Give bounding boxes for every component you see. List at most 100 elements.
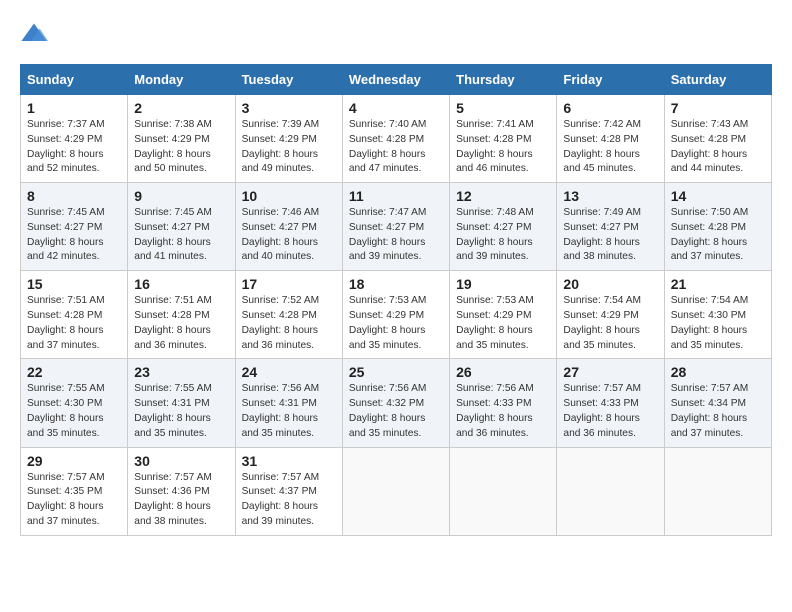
calendar-week-1: 1 Sunrise: 7:37 AM Sunset: 4:29 PM Dayli…	[21, 95, 772, 183]
calendar-cell: 2 Sunrise: 7:38 AM Sunset: 4:29 PM Dayli…	[128, 95, 235, 183]
calendar-cell	[342, 447, 449, 535]
calendar-cell: 15 Sunrise: 7:51 AM Sunset: 4:28 PM Dayl…	[21, 271, 128, 359]
day-number: 25	[349, 364, 443, 380]
day-number: 9	[134, 188, 228, 204]
calendar-cell: 24 Sunrise: 7:56 AM Sunset: 4:31 PM Dayl…	[235, 359, 342, 447]
calendar-cell	[664, 447, 771, 535]
day-info: Sunrise: 7:42 AM Sunset: 4:28 PM Dayligh…	[563, 118, 657, 177]
calendar-header-row: SundayMondayTuesdayWednesdayThursdayFrid…	[21, 65, 772, 95]
calendar-cell: 29 Sunrise: 7:57 AM Sunset: 4:35 PM Dayl…	[21, 447, 128, 535]
calendar-cell: 14 Sunrise: 7:50 AM Sunset: 4:28 PM Dayl…	[664, 183, 771, 271]
day-number: 4	[349, 100, 443, 116]
day-number: 23	[134, 364, 228, 380]
day-info: Sunrise: 7:39 AM Sunset: 4:29 PM Dayligh…	[242, 118, 336, 177]
day-info: Sunrise: 7:54 AM Sunset: 4:30 PM Dayligh…	[671, 294, 765, 353]
day-info: Sunrise: 7:57 AM Sunset: 4:34 PM Dayligh…	[671, 382, 765, 441]
day-number: 12	[456, 188, 550, 204]
calendar-cell: 25 Sunrise: 7:56 AM Sunset: 4:32 PM Dayl…	[342, 359, 449, 447]
logo-icon	[20, 20, 48, 48]
day-number: 13	[563, 188, 657, 204]
calendar-cell	[450, 447, 557, 535]
calendar-cell: 27 Sunrise: 7:57 AM Sunset: 4:33 PM Dayl…	[557, 359, 664, 447]
day-info: Sunrise: 7:43 AM Sunset: 4:28 PM Dayligh…	[671, 118, 765, 177]
day-number: 5	[456, 100, 550, 116]
page-header	[20, 20, 772, 48]
day-info: Sunrise: 7:51 AM Sunset: 4:28 PM Dayligh…	[27, 294, 121, 353]
day-number: 26	[456, 364, 550, 380]
calendar-cell: 19 Sunrise: 7:53 AM Sunset: 4:29 PM Dayl…	[450, 271, 557, 359]
day-info: Sunrise: 7:53 AM Sunset: 4:29 PM Dayligh…	[456, 294, 550, 353]
calendar-cell: 23 Sunrise: 7:55 AM Sunset: 4:31 PM Dayl…	[128, 359, 235, 447]
day-number: 20	[563, 276, 657, 292]
calendar-cell: 5 Sunrise: 7:41 AM Sunset: 4:28 PM Dayli…	[450, 95, 557, 183]
day-info: Sunrise: 7:48 AM Sunset: 4:27 PM Dayligh…	[456, 206, 550, 265]
day-number: 10	[242, 188, 336, 204]
day-number: 31	[242, 453, 336, 469]
day-number: 21	[671, 276, 765, 292]
calendar-cell: 26 Sunrise: 7:56 AM Sunset: 4:33 PM Dayl…	[450, 359, 557, 447]
day-number: 14	[671, 188, 765, 204]
day-number: 24	[242, 364, 336, 380]
calendar-cell: 18 Sunrise: 7:53 AM Sunset: 4:29 PM Dayl…	[342, 271, 449, 359]
day-number: 17	[242, 276, 336, 292]
calendar-header-monday: Monday	[128, 65, 235, 95]
day-number: 3	[242, 100, 336, 116]
calendar-cell	[557, 447, 664, 535]
calendar-week-2: 8 Sunrise: 7:45 AM Sunset: 4:27 PM Dayli…	[21, 183, 772, 271]
day-info: Sunrise: 7:57 AM Sunset: 4:33 PM Dayligh…	[563, 382, 657, 441]
day-number: 19	[456, 276, 550, 292]
calendar-cell: 1 Sunrise: 7:37 AM Sunset: 4:29 PM Dayli…	[21, 95, 128, 183]
day-number: 2	[134, 100, 228, 116]
calendar-table: SundayMondayTuesdayWednesdayThursdayFrid…	[20, 64, 772, 536]
day-info: Sunrise: 7:57 AM Sunset: 4:35 PM Dayligh…	[27, 471, 121, 530]
day-number: 1	[27, 100, 121, 116]
day-info: Sunrise: 7:54 AM Sunset: 4:29 PM Dayligh…	[563, 294, 657, 353]
calendar-cell: 4 Sunrise: 7:40 AM Sunset: 4:28 PM Dayli…	[342, 95, 449, 183]
day-number: 6	[563, 100, 657, 116]
calendar-cell: 20 Sunrise: 7:54 AM Sunset: 4:29 PM Dayl…	[557, 271, 664, 359]
day-number: 30	[134, 453, 228, 469]
day-info: Sunrise: 7:55 AM Sunset: 4:30 PM Dayligh…	[27, 382, 121, 441]
day-info: Sunrise: 7:56 AM Sunset: 4:33 PM Dayligh…	[456, 382, 550, 441]
calendar-cell: 10 Sunrise: 7:46 AM Sunset: 4:27 PM Dayl…	[235, 183, 342, 271]
calendar-cell: 16 Sunrise: 7:51 AM Sunset: 4:28 PM Dayl…	[128, 271, 235, 359]
calendar-cell: 8 Sunrise: 7:45 AM Sunset: 4:27 PM Dayli…	[21, 183, 128, 271]
day-info: Sunrise: 7:46 AM Sunset: 4:27 PM Dayligh…	[242, 206, 336, 265]
day-number: 8	[27, 188, 121, 204]
day-info: Sunrise: 7:38 AM Sunset: 4:29 PM Dayligh…	[134, 118, 228, 177]
calendar-week-5: 29 Sunrise: 7:57 AM Sunset: 4:35 PM Dayl…	[21, 447, 772, 535]
day-number: 28	[671, 364, 765, 380]
day-number: 29	[27, 453, 121, 469]
day-number: 27	[563, 364, 657, 380]
calendar-cell: 13 Sunrise: 7:49 AM Sunset: 4:27 PM Dayl…	[557, 183, 664, 271]
calendar-cell: 9 Sunrise: 7:45 AM Sunset: 4:27 PM Dayli…	[128, 183, 235, 271]
day-info: Sunrise: 7:40 AM Sunset: 4:28 PM Dayligh…	[349, 118, 443, 177]
calendar-cell: 28 Sunrise: 7:57 AM Sunset: 4:34 PM Dayl…	[664, 359, 771, 447]
day-info: Sunrise: 7:56 AM Sunset: 4:31 PM Dayligh…	[242, 382, 336, 441]
day-info: Sunrise: 7:57 AM Sunset: 4:36 PM Dayligh…	[134, 471, 228, 530]
day-info: Sunrise: 7:53 AM Sunset: 4:29 PM Dayligh…	[349, 294, 443, 353]
day-info: Sunrise: 7:47 AM Sunset: 4:27 PM Dayligh…	[349, 206, 443, 265]
calendar-header-wednesday: Wednesday	[342, 65, 449, 95]
calendar-cell: 31 Sunrise: 7:57 AM Sunset: 4:37 PM Dayl…	[235, 447, 342, 535]
day-info: Sunrise: 7:45 AM Sunset: 4:27 PM Dayligh…	[27, 206, 121, 265]
day-info: Sunrise: 7:56 AM Sunset: 4:32 PM Dayligh…	[349, 382, 443, 441]
calendar-cell: 30 Sunrise: 7:57 AM Sunset: 4:36 PM Dayl…	[128, 447, 235, 535]
calendar-cell: 6 Sunrise: 7:42 AM Sunset: 4:28 PM Dayli…	[557, 95, 664, 183]
day-number: 16	[134, 276, 228, 292]
day-number: 22	[27, 364, 121, 380]
day-info: Sunrise: 7:52 AM Sunset: 4:28 PM Dayligh…	[242, 294, 336, 353]
day-info: Sunrise: 7:57 AM Sunset: 4:37 PM Dayligh…	[242, 471, 336, 530]
calendar-cell: 22 Sunrise: 7:55 AM Sunset: 4:30 PM Dayl…	[21, 359, 128, 447]
calendar-week-3: 15 Sunrise: 7:51 AM Sunset: 4:28 PM Dayl…	[21, 271, 772, 359]
day-info: Sunrise: 7:50 AM Sunset: 4:28 PM Dayligh…	[671, 206, 765, 265]
day-info: Sunrise: 7:49 AM Sunset: 4:27 PM Dayligh…	[563, 206, 657, 265]
day-number: 15	[27, 276, 121, 292]
day-info: Sunrise: 7:55 AM Sunset: 4:31 PM Dayligh…	[134, 382, 228, 441]
calendar-header-saturday: Saturday	[664, 65, 771, 95]
calendar-week-4: 22 Sunrise: 7:55 AM Sunset: 4:30 PM Dayl…	[21, 359, 772, 447]
calendar-cell: 3 Sunrise: 7:39 AM Sunset: 4:29 PM Dayli…	[235, 95, 342, 183]
calendar-cell: 12 Sunrise: 7:48 AM Sunset: 4:27 PM Dayl…	[450, 183, 557, 271]
day-info: Sunrise: 7:51 AM Sunset: 4:28 PM Dayligh…	[134, 294, 228, 353]
calendar-cell: 7 Sunrise: 7:43 AM Sunset: 4:28 PM Dayli…	[664, 95, 771, 183]
